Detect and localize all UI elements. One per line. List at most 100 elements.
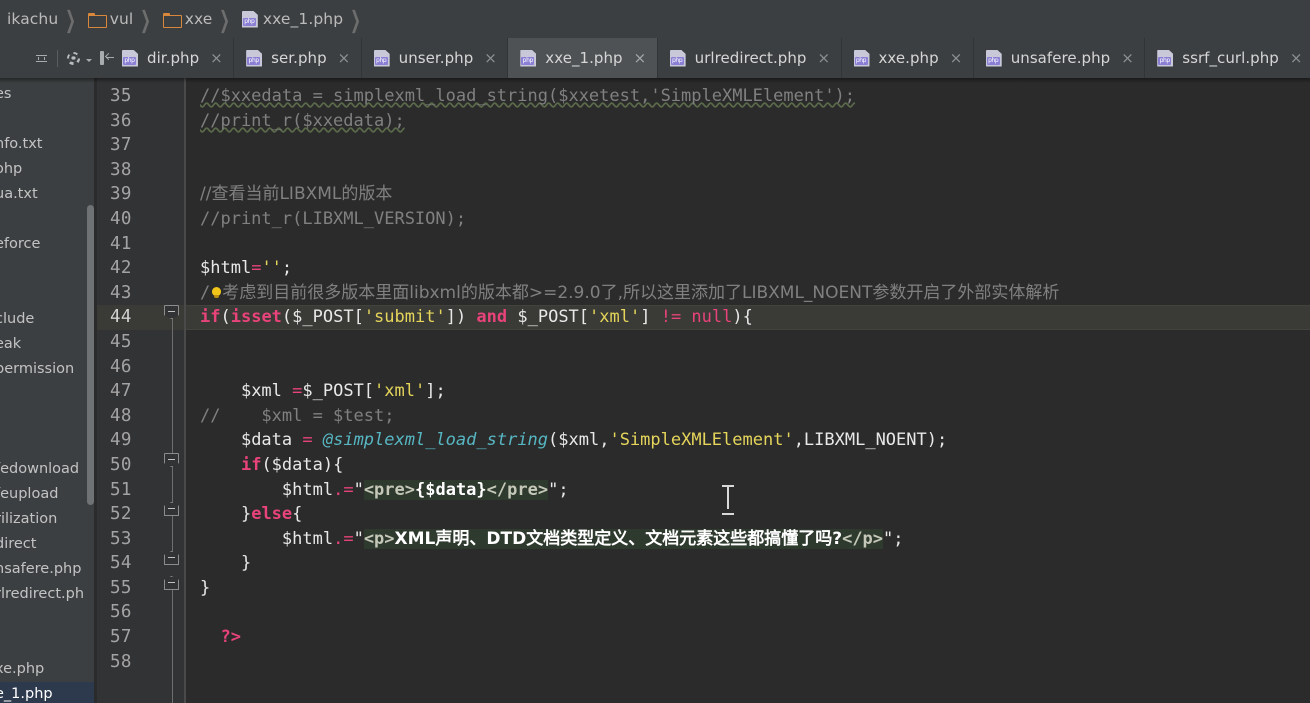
breadcrumb-label: ikachu [7,10,59,28]
tree-item[interactable] [0,257,97,282]
code-token-variable: $data [240,430,303,451]
tree-item[interactable] [0,382,97,407]
code-token-brace: { [292,504,303,525]
code-token-indent [200,430,241,450]
tree-item[interactable] [0,607,97,632]
code-token-indent [200,553,241,573]
sidebar-scrollbar[interactable] [87,205,94,505]
close-icon[interactable]: × [818,50,831,66]
chevron-down-icon[interactable] [86,58,92,62]
php-file-icon [246,50,262,67]
tree-item[interactable]: direct [0,532,97,557]
breadcrumb-label: vul [109,10,134,28]
close-icon[interactable]: × [210,50,223,66]
tree-item[interactable]: permission [0,357,97,382]
tree-item-selected[interactable]: e_1.php [0,682,97,703]
code-token-quote: "; [883,528,904,549]
fold-marker-line-55[interactable] [164,576,179,590]
tab-ser-php[interactable]: ser.php × [234,38,362,78]
tab-ssrf-curl-php[interactable]: ssrf_curl.php × [1145,38,1310,78]
php-file-icon [242,11,258,28]
code-token-superglobal: $_POST[ [302,381,375,402]
intention-bulb-icon[interactable] [210,286,223,301]
tree-item[interactable] [0,282,97,307]
project-tree-panel[interactable]: es nfo.txt ohp ua.txt eforce clude eak p… [0,78,97,703]
chevron-right-icon: ❯ [65,5,77,33]
close-icon[interactable]: × [338,50,351,66]
tree-item[interactable]: ua.txt [0,182,97,207]
tab-unsafere-php[interactable]: unsafere.php × [973,38,1146,78]
code-token-indent [200,381,241,401]
code-token-comment: //print_r(LIBXML_VERSION); [200,208,467,229]
code-token-punct: ; [281,258,293,279]
tree-item[interactable]: ohp [0,157,97,182]
tree-item[interactable]: eak [0,332,97,357]
breadcrumb-label: xxe [184,10,213,28]
tab-label: ssrf_curl.php [1182,49,1279,67]
tree-item[interactable] [0,107,97,132]
code-token-punct: ($data){ [261,454,344,475]
fold-marker-line-50[interactable] [164,453,179,467]
chevron-right-icon: ❯ [350,5,362,33]
tree-item[interactable]: feupload [0,482,97,507]
fold-marker-line-44[interactable] [164,305,179,319]
code-token-variable: $xml [240,381,293,402]
code-line-47: $xml =$_POST['xml']; [184,379,1310,404]
code-token-punct: ]; [425,381,446,402]
tree-item[interactable] [0,407,97,432]
code-token-indent [200,480,282,500]
code-line-40: //print_r(LIBXML_VERSION); [184,207,1310,232]
code-folding-column [160,84,184,703]
code-token-string: 'SimpleXMLElement' [609,430,794,451]
fold-connector [171,590,173,703]
tree-item[interactable]: nfo.txt [0,132,97,157]
tab-urlredirect-php[interactable]: urlredirect.php × [657,38,842,78]
close-icon[interactable]: × [1121,50,1134,66]
tree-item[interactable] [0,632,97,657]
code-token-string: 'xml' [589,307,641,328]
tab-label: unsafere.php [1010,49,1111,67]
code-token-keyword-and: and [476,307,508,328]
fold-marker-line-54[interactable] [164,551,179,565]
php-file-icon [1157,50,1173,67]
tab-unser-php[interactable]: unser.php × [361,38,509,78]
collapse-all-icon[interactable] [34,51,49,66]
code-token-interpolation: {$data} [415,479,487,500]
tree-item[interactable] [0,432,97,457]
tree-item[interactable]: nsafere.php [0,557,97,582]
tab-dir-php[interactable]: dir.php × [110,38,235,78]
close-icon[interactable]: × [484,50,497,66]
tree-item[interactable]: rlredirect.ph [0,582,97,607]
tree-item[interactable]: fedownload [0,457,97,482]
breadcrumb-item-file[interactable]: xxe_1.php ❯ [240,0,371,38]
tree-item[interactable]: es [0,82,97,107]
tree-item[interactable]: clude [0,307,97,332]
code-token-quote: "; [548,479,569,500]
tree-item[interactable] [0,207,97,232]
code-editor[interactable]: 35 36 37 38 39 40 41 42 43 44 45 46 47 4… [97,78,1310,703]
breadcrumb-item-ikachu[interactable]: ikachu ❯ [0,0,86,38]
tree-item[interactable]: xe.php [0,657,97,682]
gutter-border [184,78,186,703]
close-icon[interactable]: × [634,50,647,66]
code-line-36: //print_r($xxedata); [184,109,1310,134]
close-icon[interactable]: × [1290,50,1303,66]
chevron-right-icon: ❯ [219,5,231,33]
code-content[interactable]: //$xxedata = simplexml_load_string($xxet… [184,78,1310,703]
hide-panel-icon[interactable] [99,51,115,65]
code-token-operator: = [302,430,313,451]
tree-item[interactable]: eforce [0,232,97,257]
tree-item[interactable]: rilization [0,507,97,532]
tab-xxe-php[interactable]: xxe.php × [841,38,974,78]
tab-list: dir.php × ser.php × unser.php × xxe_1.ph… [110,38,1310,78]
breadcrumb-item-vul[interactable]: vul ❯ [86,0,161,38]
code-token-brace: } [200,577,211,598]
tab-xxe-1-php[interactable]: xxe_1.php × [508,38,658,78]
gear-icon[interactable] [66,51,81,66]
fold-marker-line-52[interactable] [164,502,179,516]
code-token-php-close: ?> [220,627,241,648]
breadcrumb-item-xxe[interactable]: xxe ❯ [161,0,240,38]
code-token-punct: ( [220,307,231,328]
close-icon[interactable]: × [950,50,963,66]
